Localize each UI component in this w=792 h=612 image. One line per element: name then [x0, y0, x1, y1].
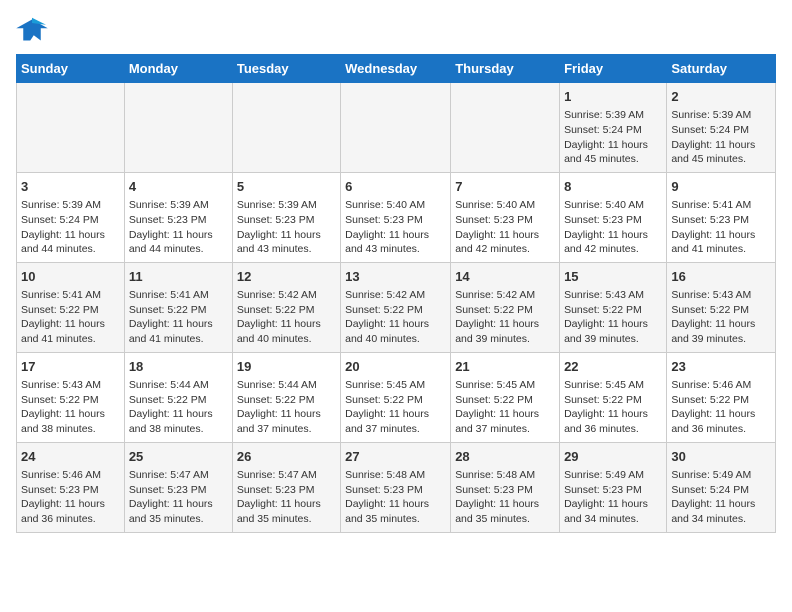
calendar-cell: 27Sunrise: 5:48 AM Sunset: 5:23 PM Dayli… — [341, 442, 451, 532]
day-number: 2 — [671, 88, 771, 106]
header-cell-monday: Monday — [124, 55, 232, 83]
day-number: 5 — [237, 178, 336, 196]
calendar-cell — [17, 83, 125, 173]
day-number: 20 — [345, 358, 446, 376]
calendar-cell: 29Sunrise: 5:49 AM Sunset: 5:23 PM Dayli… — [560, 442, 667, 532]
calendar-row: 10Sunrise: 5:41 AM Sunset: 5:22 PM Dayli… — [17, 262, 776, 352]
calendar-cell: 16Sunrise: 5:43 AM Sunset: 5:22 PM Dayli… — [667, 262, 776, 352]
calendar-cell — [451, 83, 560, 173]
calendar-row: 3Sunrise: 5:39 AM Sunset: 5:24 PM Daylig… — [17, 172, 776, 262]
day-number: 17 — [21, 358, 120, 376]
calendar-cell: 15Sunrise: 5:43 AM Sunset: 5:22 PM Dayli… — [560, 262, 667, 352]
day-number: 23 — [671, 358, 771, 376]
calendar-cell: 28Sunrise: 5:48 AM Sunset: 5:23 PM Dayli… — [451, 442, 560, 532]
day-number: 22 — [564, 358, 662, 376]
calendar-table: SundayMondayTuesdayWednesdayThursdayFrid… — [16, 54, 776, 533]
logo — [16, 16, 52, 44]
day-number: 14 — [455, 268, 555, 286]
calendar-cell: 7Sunrise: 5:40 AM Sunset: 5:23 PM Daylig… — [451, 172, 560, 262]
calendar-cell: 13Sunrise: 5:42 AM Sunset: 5:22 PM Dayli… — [341, 262, 451, 352]
calendar-cell: 8Sunrise: 5:40 AM Sunset: 5:23 PM Daylig… — [560, 172, 667, 262]
day-number: 26 — [237, 448, 336, 466]
calendar-header: SundayMondayTuesdayWednesdayThursdayFrid… — [17, 55, 776, 83]
day-number: 8 — [564, 178, 662, 196]
calendar-cell — [341, 83, 451, 173]
calendar-cell: 23Sunrise: 5:46 AM Sunset: 5:22 PM Dayli… — [667, 352, 776, 442]
calendar-row: 1Sunrise: 5:39 AM Sunset: 5:24 PM Daylig… — [17, 83, 776, 173]
page-header — [16, 16, 776, 44]
header-cell-thursday: Thursday — [451, 55, 560, 83]
day-number: 6 — [345, 178, 446, 196]
day-number: 18 — [129, 358, 228, 376]
day-number: 29 — [564, 448, 662, 466]
day-number: 1 — [564, 88, 662, 106]
day-number: 10 — [21, 268, 120, 286]
day-number: 28 — [455, 448, 555, 466]
calendar-cell: 20Sunrise: 5:45 AM Sunset: 5:22 PM Dayli… — [341, 352, 451, 442]
header-cell-friday: Friday — [560, 55, 667, 83]
calendar-cell: 24Sunrise: 5:46 AM Sunset: 5:23 PM Dayli… — [17, 442, 125, 532]
calendar-cell: 3Sunrise: 5:39 AM Sunset: 5:24 PM Daylig… — [17, 172, 125, 262]
calendar-cell: 17Sunrise: 5:43 AM Sunset: 5:22 PM Dayli… — [17, 352, 125, 442]
calendar-cell: 9Sunrise: 5:41 AM Sunset: 5:23 PM Daylig… — [667, 172, 776, 262]
calendar-cell: 5Sunrise: 5:39 AM Sunset: 5:23 PM Daylig… — [232, 172, 340, 262]
calendar-cell: 10Sunrise: 5:41 AM Sunset: 5:22 PM Dayli… — [17, 262, 125, 352]
day-number: 3 — [21, 178, 120, 196]
calendar-cell: 30Sunrise: 5:49 AM Sunset: 5:24 PM Dayli… — [667, 442, 776, 532]
day-number: 25 — [129, 448, 228, 466]
calendar-cell — [124, 83, 232, 173]
day-number: 12 — [237, 268, 336, 286]
day-number: 15 — [564, 268, 662, 286]
header-cell-sunday: Sunday — [17, 55, 125, 83]
calendar-body: 1Sunrise: 5:39 AM Sunset: 5:24 PM Daylig… — [17, 83, 776, 533]
day-number: 19 — [237, 358, 336, 376]
calendar-cell: 26Sunrise: 5:47 AM Sunset: 5:23 PM Dayli… — [232, 442, 340, 532]
calendar-cell: 22Sunrise: 5:45 AM Sunset: 5:22 PM Dayli… — [560, 352, 667, 442]
calendar-cell: 1Sunrise: 5:39 AM Sunset: 5:24 PM Daylig… — [560, 83, 667, 173]
calendar-cell: 4Sunrise: 5:39 AM Sunset: 5:23 PM Daylig… — [124, 172, 232, 262]
header-cell-saturday: Saturday — [667, 55, 776, 83]
calendar-cell: 11Sunrise: 5:41 AM Sunset: 5:22 PM Dayli… — [124, 262, 232, 352]
day-number: 13 — [345, 268, 446, 286]
day-number: 11 — [129, 268, 228, 286]
day-number: 16 — [671, 268, 771, 286]
header-row: SundayMondayTuesdayWednesdayThursdayFrid… — [17, 55, 776, 83]
calendar-cell: 19Sunrise: 5:44 AM Sunset: 5:22 PM Dayli… — [232, 352, 340, 442]
calendar-cell: 14Sunrise: 5:42 AM Sunset: 5:22 PM Dayli… — [451, 262, 560, 352]
header-cell-wednesday: Wednesday — [341, 55, 451, 83]
calendar-cell: 18Sunrise: 5:44 AM Sunset: 5:22 PM Dayli… — [124, 352, 232, 442]
calendar-cell: 21Sunrise: 5:45 AM Sunset: 5:22 PM Dayli… — [451, 352, 560, 442]
day-number: 7 — [455, 178, 555, 196]
calendar-cell: 12Sunrise: 5:42 AM Sunset: 5:22 PM Dayli… — [232, 262, 340, 352]
calendar-cell: 25Sunrise: 5:47 AM Sunset: 5:23 PM Dayli… — [124, 442, 232, 532]
day-number: 24 — [21, 448, 120, 466]
day-number: 9 — [671, 178, 771, 196]
day-number: 27 — [345, 448, 446, 466]
logo-icon — [16, 16, 48, 44]
calendar-row: 17Sunrise: 5:43 AM Sunset: 5:22 PM Dayli… — [17, 352, 776, 442]
day-number: 4 — [129, 178, 228, 196]
calendar-row: 24Sunrise: 5:46 AM Sunset: 5:23 PM Dayli… — [17, 442, 776, 532]
day-number: 21 — [455, 358, 555, 376]
calendar-cell: 2Sunrise: 5:39 AM Sunset: 5:24 PM Daylig… — [667, 83, 776, 173]
calendar-cell: 6Sunrise: 5:40 AM Sunset: 5:23 PM Daylig… — [341, 172, 451, 262]
day-number: 30 — [671, 448, 771, 466]
header-cell-tuesday: Tuesday — [232, 55, 340, 83]
calendar-cell — [232, 83, 340, 173]
